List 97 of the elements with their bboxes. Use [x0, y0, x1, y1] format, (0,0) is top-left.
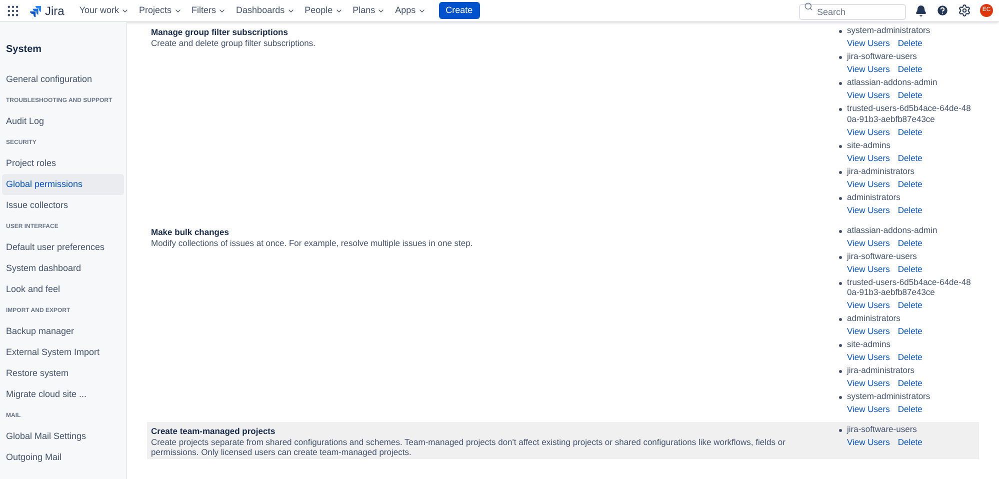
group-action-link[interactable]: View Users	[847, 38, 890, 49]
sidebar-item[interactable]: Restore system	[2, 363, 124, 384]
group-action-link[interactable]: Delete	[898, 264, 922, 274]
group-action-link[interactable]: View Users	[847, 178, 890, 190]
group-action-link[interactable]: Delete	[898, 90, 922, 101]
group-action-link[interactable]: View Users	[847, 300, 890, 311]
group-action-link[interactable]: Delete	[898, 326, 922, 337]
nav-menu[interactable]: Filters	[186, 4, 232, 18]
group-action-link[interactable]: View Users	[847, 404, 890, 415]
group-name: site-admins	[847, 140, 892, 150]
sidebar-title: System	[5, 43, 43, 57]
help-icon[interactable]	[936, 4, 949, 17]
group-name: system-administrators	[847, 391, 932, 402]
bullet-icon	[839, 56, 842, 59]
group-action-link[interactable]: Delete	[898, 178, 922, 190]
group-action-link[interactable]: View Users	[847, 326, 890, 337]
permission-description: Create projects separate from shared configurations and schemes. Team-managed projects don't affect existing projects or shared configurations like workflows, fields or permissions. Only licensed users can create team-managed projects.	[151, 437, 786, 457]
jira-logo-icon	[30, 4, 42, 16]
group-action-link[interactable]: View Users	[847, 378, 890, 389]
group-name: jira-software-users	[847, 51, 918, 62]
app-switcher-icon[interactable]	[6, 4, 20, 18]
group-name: trusted-users-6d5b4ace-64de-480a-91b3-aebfb87e43ce	[847, 276, 972, 298]
group-action-link[interactable]: Delete	[898, 404, 922, 415]
group-action-link[interactable]: View Users	[847, 264, 890, 274]
bullet-icon	[839, 108, 842, 111]
group-action-link[interactable]: Delete	[898, 126, 922, 138]
group-action-link[interactable]: Delete	[898, 300, 922, 311]
permission-title: Create team-managed projects	[151, 426, 276, 437]
bullet-icon	[839, 282, 842, 284]
group-action-link[interactable]: View Users	[847, 238, 890, 248]
sidebar-item[interactable]: Global Mail Settings	[2, 426, 124, 447]
bullet-icon	[839, 429, 842, 432]
group-action-link[interactable]: View Users	[847, 152, 890, 164]
bullet-icon	[839, 256, 842, 258]
group-action-link[interactable]: Delete	[898, 238, 922, 248]
group-action-link[interactable]: View Users	[847, 64, 890, 75]
group-name: system-administrators	[847, 25, 932, 36]
group-name: jira-software-users	[847, 424, 918, 434]
search-icon	[804, 2, 813, 11]
group-name: jira-administrators	[847, 166, 916, 176]
bullet-icon	[839, 318, 842, 321]
bullet-icon	[839, 230, 842, 232]
nav-menu[interactable]: Plans	[348, 4, 390, 18]
search-field[interactable]: Search	[799, 4, 906, 20]
group-action-link[interactable]: Delete	[898, 352, 922, 363]
bullet-icon	[839, 170, 842, 174]
group-action-link[interactable]: Delete	[898, 38, 922, 49]
sidebar-item[interactable]: Issue collectors	[2, 195, 124, 216]
group-name: jira-software-users	[847, 250, 918, 261]
group-name: administrators	[847, 192, 902, 202]
sidebar-item[interactable]: External System Import	[2, 342, 124, 363]
sidebar-item[interactable]: General configuration	[2, 69, 124, 90]
create-button[interactable]: Create	[438, 2, 480, 19]
sidebar-item[interactable]: Migrate cloud site ...	[2, 384, 124, 405]
group-action-link[interactable]: Delete	[898, 378, 922, 389]
permission-description: Create and delete group filter subscriptions.	[151, 38, 316, 48]
group-action-link[interactable]: Delete	[898, 152, 922, 164]
nav-menu[interactable]: People	[300, 4, 348, 18]
permission-description: Modify collections of issues at once. For example, resolve multiple issues in one step.	[151, 238, 474, 248]
permission-title: Manage group filter subscriptions	[151, 27, 289, 38]
group-name: trusted-users-6d5b4ace-64de-480a-91b3-aebfb87e43ce	[847, 103, 972, 124]
bullet-icon	[839, 144, 842, 148]
group-action-link[interactable]: View Users	[847, 90, 890, 101]
sidebar-item[interactable]: Global permissions	[2, 174, 124, 195]
sidebar-item[interactable]: Outgoing Mail	[2, 447, 124, 468]
nav-menu[interactable]: Your work	[74, 4, 134, 18]
bullet-icon	[839, 344, 842, 347]
group-name: atlassian-addons-admin	[847, 77, 938, 88]
sidebar-item[interactable]: Audit Log	[2, 111, 124, 132]
group-name: administrators	[847, 313, 902, 324]
group-name: atlassian-addons-admin	[847, 224, 938, 235]
bullet-icon	[839, 82, 842, 85]
group-action-link[interactable]: Delete	[898, 204, 922, 216]
group-action-link[interactable]: Delete	[898, 64, 922, 75]
permission-title: Make bulk changes	[151, 226, 230, 238]
settings-icon[interactable]	[958, 4, 971, 17]
bullet-icon	[839, 196, 842, 200]
group-action-link[interactable]: View Users	[847, 352, 890, 363]
bullet-icon	[839, 370, 842, 373]
bullet-icon	[839, 396, 842, 399]
sidebar-item[interactable]: Look and feel	[2, 279, 124, 300]
group-name: jira-administrators	[847, 365, 916, 376]
bullet-icon	[839, 30, 842, 33]
sidebar-item[interactable]: System dashboard	[2, 258, 124, 279]
jira-logo-text[interactable]: Jira	[45, 2, 64, 20]
nav-menu[interactable]: Dashboards	[231, 4, 300, 18]
group-action-link[interactable]: View Users	[847, 204, 890, 216]
group-action-link[interactable]: View Users	[847, 126, 890, 138]
nav-menu[interactable]: Projects	[134, 4, 187, 18]
group-action-link[interactable]: View Users	[847, 437, 890, 448]
group-name: site-admins	[847, 339, 892, 350]
sidebar-item[interactable]: Backup manager	[2, 321, 124, 342]
sidebar-item[interactable]: Project roles	[2, 153, 124, 174]
notification-icon[interactable]	[915, 4, 927, 16]
sidebar-item[interactable]: Default user preferences	[2, 237, 124, 258]
group-action-link[interactable]: Delete	[898, 437, 922, 448]
nav-menu[interactable]: Apps	[390, 4, 431, 18]
